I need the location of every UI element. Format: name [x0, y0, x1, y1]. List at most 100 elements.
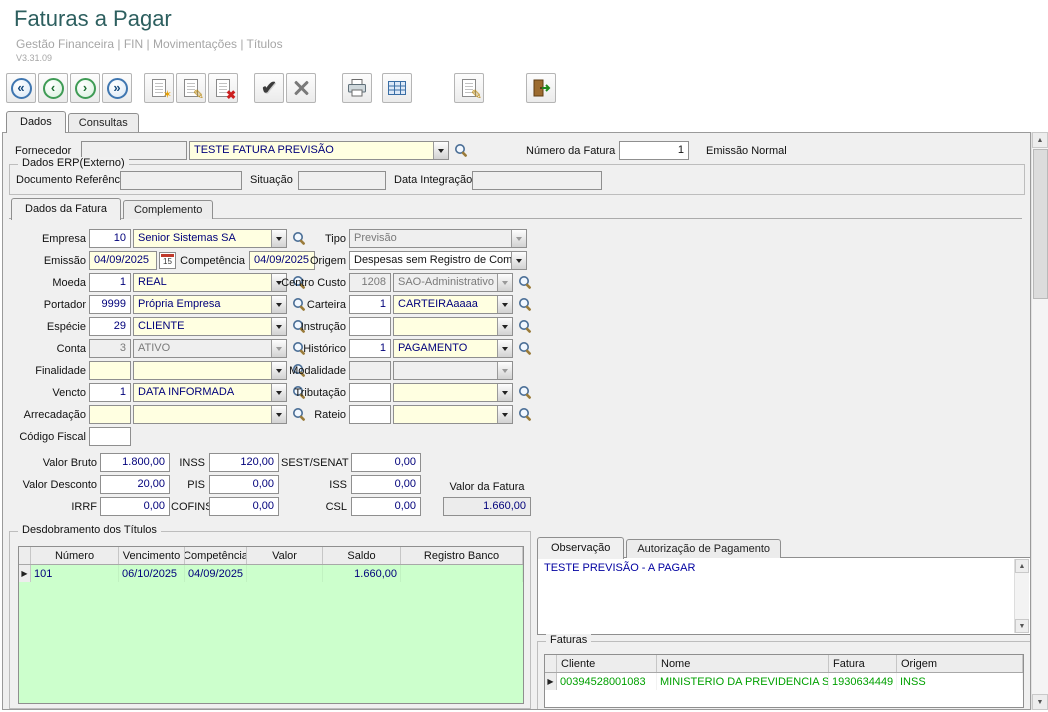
rateio-code-field[interactable]	[349, 405, 391, 424]
column-header[interactable]: Vencimento	[119, 547, 185, 564]
first-record-button[interactable]: «	[6, 73, 36, 103]
origem-combo[interactable]: Despesas sem Registro de Com	[349, 251, 527, 270]
documento-referencia-field[interactable]	[120, 171, 242, 190]
csl-field[interactable]: 0,00	[351, 497, 421, 516]
scroll-down-icon[interactable]: ▼	[1015, 619, 1029, 633]
grid-view-button[interactable]	[382, 73, 412, 103]
situacao-field[interactable]	[298, 171, 386, 190]
search-icon[interactable]	[517, 406, 534, 423]
column-header[interactable]: Competência	[185, 547, 247, 564]
rateio-combo[interactable]	[393, 405, 513, 424]
vertical-scrollbar[interactable]: ▲ ▼	[1031, 132, 1048, 710]
search-icon[interactable]	[517, 318, 534, 335]
column-header[interactable]: Nome	[657, 655, 829, 672]
dropdown-button[interactable]	[497, 296, 512, 313]
column-header[interactable]: Fatura	[829, 655, 897, 672]
dropdown-button[interactable]	[511, 230, 526, 247]
search-icon[interactable]	[453, 142, 470, 159]
edit-document-button[interactable]: ✎	[454, 73, 484, 103]
confirm-button[interactable]: ✔	[254, 73, 284, 103]
column-header[interactable]: Registro Banco	[401, 547, 523, 564]
column-header[interactable]: Origem	[897, 655, 1023, 672]
search-icon[interactable]	[517, 340, 534, 357]
modalidade-combo[interactable]	[393, 361, 513, 380]
numero-fatura-field[interactable]: 1	[619, 141, 689, 160]
finalidade-code-field[interactable]	[89, 361, 131, 380]
tab-dados-da-fatura[interactable]: Dados da Fatura	[11, 198, 121, 220]
conta-code-field[interactable]: 3	[89, 339, 131, 358]
previous-record-button[interactable]: ‹	[38, 73, 68, 103]
pis-field[interactable]: 0,00	[209, 475, 279, 494]
documento-referencia-label: Documento Referência	[16, 174, 129, 186]
last-record-button[interactable]: »	[102, 73, 132, 103]
delete-record-button[interactable]: ✖	[208, 73, 238, 103]
table-row[interactable]: ▶ 101 06/10/2025 04/09/2025 1.660,00	[19, 565, 523, 582]
exit-button[interactable]	[526, 73, 556, 103]
valor-desconto-field[interactable]: 20,00	[100, 475, 170, 494]
observacao-textarea[interactable]: TESTE PREVISÃO - A PAGAR ▲ ▼	[537, 557, 1031, 635]
centro-custo-code-field[interactable]: 1208	[349, 273, 391, 292]
portador-code-field[interactable]: 9999	[89, 295, 131, 314]
valor-bruto-field[interactable]: 1.800,00	[100, 453, 170, 472]
dropdown-button[interactable]	[497, 384, 512, 401]
titulos-grid[interactable]: Número Vencimento Competência Valor Sald…	[18, 546, 524, 704]
iss-field[interactable]: 0,00	[351, 475, 421, 494]
scrollbar-thumb[interactable]	[1033, 149, 1048, 299]
historico-code-field[interactable]: 1	[349, 339, 391, 358]
search-icon[interactable]	[517, 274, 534, 291]
tab-autorizacao-pagamento[interactable]: Autorização de Pagamento	[626, 539, 781, 558]
dropdown-button[interactable]	[497, 274, 512, 291]
dropdown-button[interactable]	[497, 318, 512, 335]
column-header[interactable]: Valor	[247, 547, 323, 564]
moeda-code-field[interactable]: 1	[89, 273, 131, 292]
tipo-combo[interactable]: Previsão	[349, 229, 527, 248]
emissao-field[interactable]: 04/09/2025	[89, 251, 157, 270]
tab-dados[interactable]: Dados	[6, 111, 66, 133]
observacao-scrollbar[interactable]: ▲ ▼	[1014, 559, 1029, 633]
centro-custo-combo[interactable]: SAO-Administrativo	[393, 273, 513, 292]
tributacao-code-field[interactable]	[349, 383, 391, 402]
instrucao-combo[interactable]	[393, 317, 513, 336]
scroll-up-icon[interactable]: ▲	[1032, 132, 1048, 148]
table-row[interactable]: ▶ 00394528001083 MINISTERIO DA PREVIDENC…	[545, 673, 1023, 690]
codigo-fiscal-field[interactable]	[89, 427, 131, 446]
form-row: Empresa 10 Senior Sistemas SA Tipo Previ…	[3, 229, 1029, 249]
new-record-button[interactable]: ✶	[144, 73, 174, 103]
especie-code-field[interactable]: 29	[89, 317, 131, 336]
scroll-up-icon[interactable]: ▲	[1015, 559, 1029, 573]
dropdown-button[interactable]	[497, 406, 512, 423]
column-header[interactable]: Saldo	[323, 547, 401, 564]
tab-consultas[interactable]: Consultas	[68, 113, 139, 132]
dropdown-button[interactable]	[511, 252, 526, 269]
data-integracao-field[interactable]	[472, 171, 602, 190]
tributacao-combo[interactable]	[393, 383, 513, 402]
modalidade-code-field[interactable]	[349, 361, 391, 380]
dropdown-button[interactable]	[497, 340, 512, 357]
arrecadacao-code-field[interactable]	[89, 405, 131, 424]
tab-observacao[interactable]: Observação	[537, 537, 624, 559]
empresa-code-field[interactable]: 10	[89, 229, 131, 248]
vencto-code-field[interactable]: 1	[89, 383, 131, 402]
column-header[interactable]: Número	[31, 547, 119, 564]
dropdown-button[interactable]	[433, 142, 448, 159]
print-button[interactable]	[342, 73, 372, 103]
scroll-down-icon[interactable]: ▼	[1032, 694, 1048, 710]
dropdown-button[interactable]	[497, 362, 512, 379]
sest-senat-field[interactable]: 0,00	[351, 453, 421, 472]
search-icon[interactable]	[517, 384, 534, 401]
column-header[interactable]: Cliente	[557, 655, 657, 672]
historico-combo[interactable]: PAGAMENTO	[393, 339, 513, 358]
cofins-field[interactable]: 0,00	[209, 497, 279, 516]
next-record-button[interactable]: ›	[70, 73, 100, 103]
tab-complemento[interactable]: Complemento	[123, 200, 213, 219]
inss-field[interactable]: 120,00	[209, 453, 279, 472]
edit-record-button[interactable]: ✎	[176, 73, 206, 103]
carteira-code-field[interactable]: 1	[349, 295, 391, 314]
carteira-combo[interactable]: CARTEIRAaaaa	[393, 295, 513, 314]
search-icon[interactable]	[517, 296, 534, 313]
fornecedor-combo[interactable]: TESTE FATURA PREVISÃO	[189, 141, 449, 160]
instrucao-code-field[interactable]	[349, 317, 391, 336]
tools-button[interactable]	[286, 73, 316, 103]
faturas-grid[interactable]: Cliente Nome Fatura Origem ▶ 00394528001…	[544, 654, 1024, 708]
irrf-field[interactable]: 0,00	[100, 497, 170, 516]
